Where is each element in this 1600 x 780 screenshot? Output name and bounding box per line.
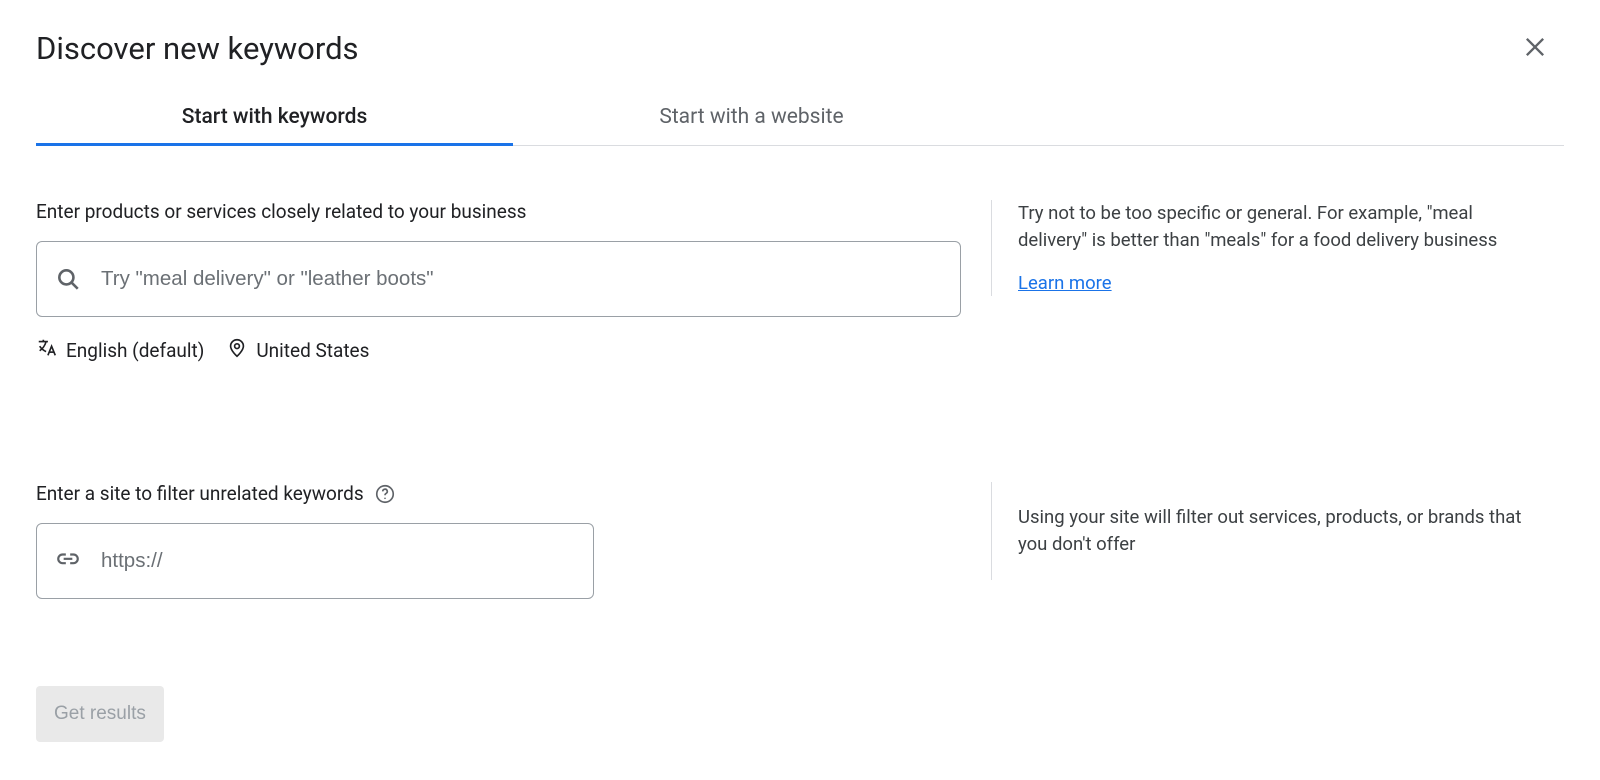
learn-more-link[interactable]: Learn more: [1018, 270, 1112, 297]
link-icon: [55, 548, 81, 574]
help-icon[interactable]: [374, 483, 396, 505]
keywords-tip-text: Try not to be too specific or general. F…: [1018, 200, 1541, 254]
close-icon: [1521, 33, 1549, 65]
keywords-input[interactable]: [81, 242, 942, 316]
location-selector[interactable]: United States: [226, 337, 369, 364]
get-results-button[interactable]: Get results: [36, 686, 164, 742]
language-label: English (default): [66, 339, 204, 362]
tab-start-with-website[interactable]: Start with a website: [513, 91, 990, 145]
language-selector[interactable]: English (default): [36, 337, 204, 364]
close-button[interactable]: [1520, 34, 1550, 64]
tab-start-with-keywords[interactable]: Start with keywords: [36, 91, 513, 145]
site-input[interactable]: [81, 524, 575, 598]
site-label-text: Enter a site to filter unrelated keyword…: [36, 482, 364, 505]
location-icon: [226, 337, 248, 364]
keywords-field-label: Enter products or services closely relat…: [36, 200, 965, 223]
tabs: Start with keywords Start with a website: [36, 91, 1564, 146]
location-label: United States: [256, 339, 369, 362]
page-title: Discover new keywords: [36, 30, 1564, 67]
translate-icon: [36, 337, 58, 364]
site-tip-text: Using your site will filter out services…: [1018, 504, 1541, 558]
site-input-box[interactable]: [36, 523, 594, 599]
site-tip-panel: Using your site will filter out services…: [991, 482, 1541, 580]
search-icon: [55, 266, 81, 292]
site-field-label: Enter a site to filter unrelated keyword…: [36, 482, 965, 505]
keywords-tip-panel: Try not to be too specific or general. F…: [991, 200, 1541, 296]
keywords-input-box[interactable]: [36, 241, 961, 317]
